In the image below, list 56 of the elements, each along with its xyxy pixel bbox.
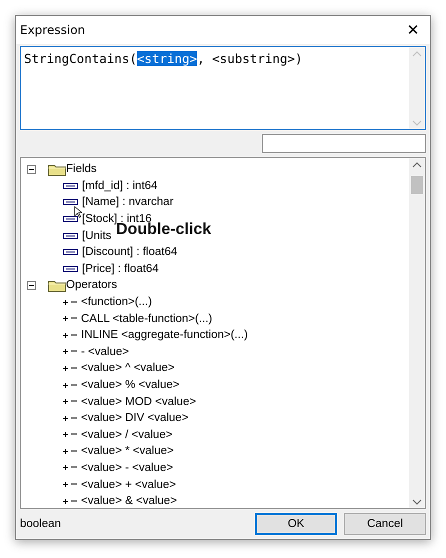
tree-item[interactable]: <value> DIV <value> — [81, 412, 188, 424]
tree-item[interactable]: Operators — [66, 279, 118, 292]
tree-item[interactable]: <value> ^ <value> — [81, 362, 175, 374]
scroll-down-icon[interactable] — [412, 498, 422, 506]
tree-item[interactable]: <value> % <value> — [81, 379, 180, 392]
collapse-icon[interactable] — [27, 280, 36, 290]
tree-item[interactable]: <value> - <value> — [81, 462, 174, 474]
field-icon — [63, 216, 78, 222]
plus-minus-icon — [63, 464, 77, 472]
plus-minus-icon — [63, 481, 77, 488]
plus-minus-icon — [63, 315, 77, 322]
tree-item[interactable]: <function>(...) — [81, 296, 152, 308]
field-icon — [63, 249, 78, 256]
expression-text: StringContains(<string>, <substring>) — [23, 50, 304, 68]
folder-icon — [48, 162, 66, 176]
plus-minus-icon — [63, 431, 77, 438]
plus-minus-icon — [63, 332, 77, 339]
tree-item[interactable]: <value> MOD <value> — [81, 396, 196, 408]
field-icon — [63, 199, 78, 206]
plus-minus-icon — [63, 398, 77, 406]
window-title: Expression — [20, 23, 86, 37]
field-icon — [63, 232, 78, 239]
tree-item[interactable]: <value> + <value> — [81, 478, 176, 491]
plus-minus-icon — [63, 448, 77, 455]
cancel-button[interactable]: Cancel — [344, 513, 426, 535]
field-icon — [63, 266, 78, 272]
result-type: boolean — [20, 518, 62, 530]
tree-item[interactable]: [Units — [82, 230, 112, 242]
field-icon — [63, 182, 78, 189]
tree-item[interactable]: [mfd_id] : int64 — [82, 180, 158, 192]
tree-item[interactable]: [Price] : float64 — [82, 262, 159, 275]
collapse-icon[interactable] — [27, 164, 36, 174]
tree-item[interactable]: INLINE <aggregate-function>(...) — [81, 329, 248, 342]
plus-minus-icon — [63, 414, 77, 422]
tree-item[interactable]: <value> / <value> — [81, 428, 172, 441]
tree-item[interactable]: CALL <table-function>(...) — [81, 312, 212, 325]
tree-item[interactable]: [Name] : nvarchar — [82, 196, 174, 208]
tree-item[interactable]: Fields — [66, 163, 97, 176]
tree-item[interactable]: - <value> — [81, 346, 129, 358]
search-field[interactable] — [262, 134, 426, 153]
double-click-caption: Double-click — [116, 221, 212, 239]
scrollbar[interactable] — [409, 158, 425, 508]
plus-minus-icon — [63, 364, 77, 372]
plus-minus-icon — [63, 382, 77, 389]
folder-icon — [48, 278, 66, 292]
plus-minus-icon — [63, 498, 77, 505]
tree-item[interactable]: <value> * <value> — [81, 445, 174, 458]
scroll-up-icon[interactable] — [412, 160, 422, 168]
ok-button[interactable]: OK — [255, 513, 337, 535]
expression-editor[interactable]: StringContains(<string>, <substring>) — [20, 46, 426, 130]
cursor-icon — [74, 206, 82, 218]
plus-minus-icon — [63, 348, 77, 356]
tree-item[interactable]: [Discount] : float64 — [82, 246, 178, 258]
tree-item[interactable]: <value> & <value> — [81, 495, 177, 508]
plus-minus-icon — [63, 298, 77, 306]
scroll-thumb[interactable] — [411, 176, 423, 194]
